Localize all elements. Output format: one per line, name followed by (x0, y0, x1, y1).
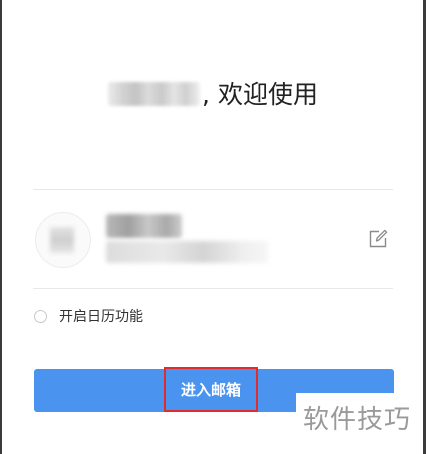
edit-icon[interactable] (368, 229, 388, 249)
blurred-account-email (106, 241, 268, 263)
calendar-option[interactable]: 开启日历功能 (34, 305, 143, 327)
watermark-text: 软件技巧 (303, 405, 412, 435)
blurred-account-name (106, 214, 182, 238)
calendar-option-label: 开启日历功能 (59, 309, 143, 325)
welcome-title: , 欢迎使用 (0, 77, 426, 113)
left-edge-bar (0, 0, 2, 454)
edit-icon-graphic (369, 229, 388, 248)
enter-mailbox-label: 进入邮箱 (180, 381, 241, 399)
avatar (35, 212, 91, 268)
enter-button-highlight-box[interactable]: 进入邮箱 (164, 367, 258, 412)
calendar-radio[interactable] (34, 309, 47, 323)
avatar-image-blurred (50, 227, 74, 253)
divider-top (33, 189, 393, 190)
divider-bottom (33, 288, 393, 289)
welcome-text: , 欢迎使用 (202, 80, 318, 109)
blurred-username (108, 82, 201, 106)
